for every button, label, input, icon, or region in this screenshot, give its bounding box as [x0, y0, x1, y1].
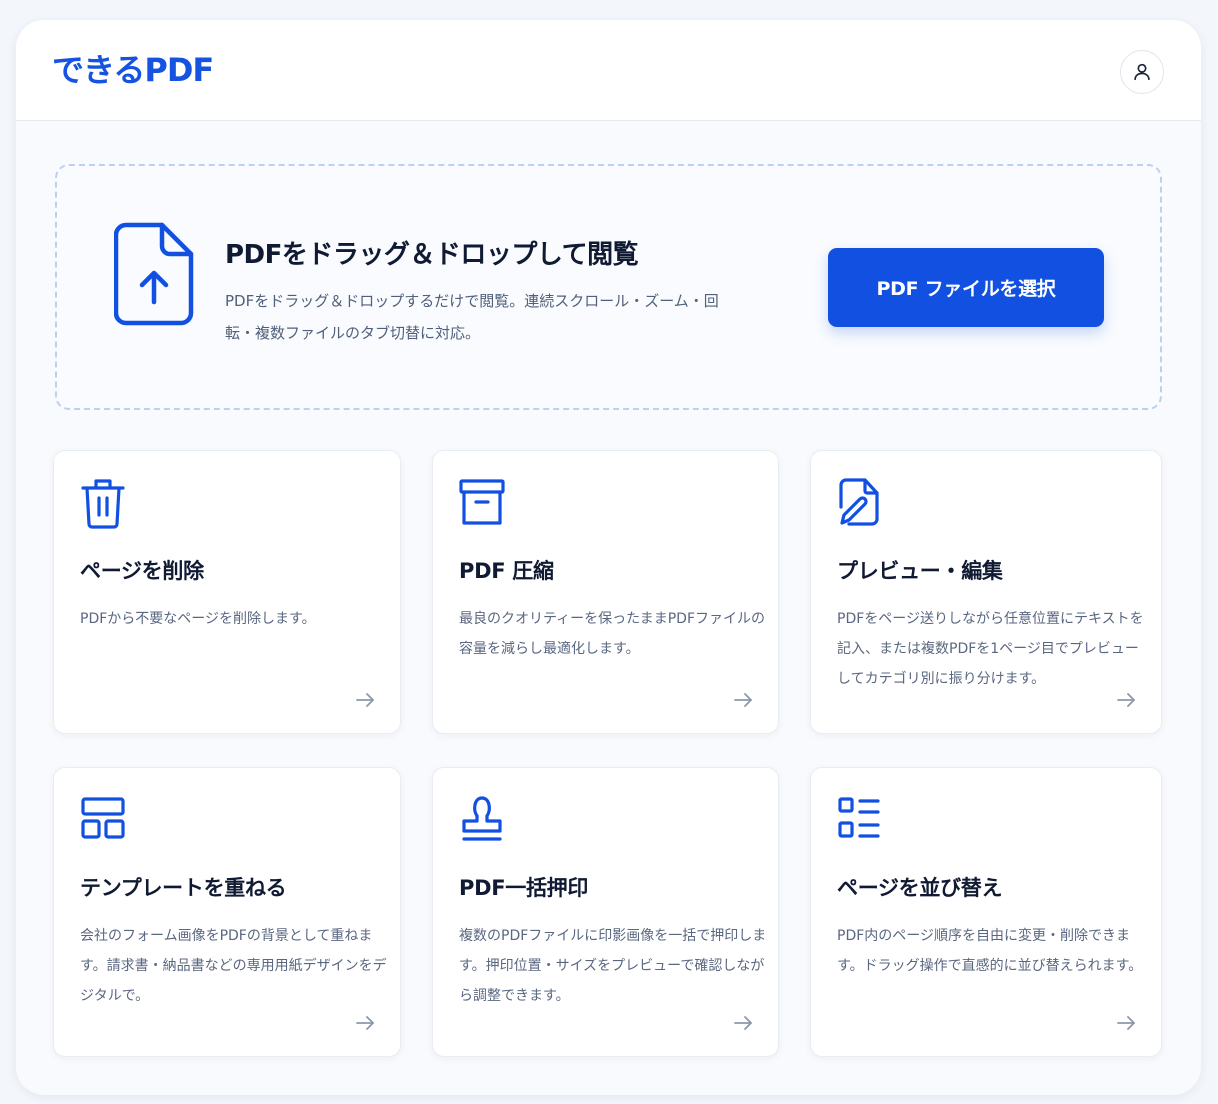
archive-icon	[459, 479, 505, 525]
feature-description: PDFから不要なページを削除します。	[80, 611, 316, 627]
feature-description: PDF内のページ順序を自由に変更・削除できます。ドラッグ操作で直感的に並び替えら…	[837, 928, 1143, 974]
feature-card-template-overlay[interactable]: テンプレートを重ねる 会社のフォーム画像をPDFの背景として重ねます。請求書・納…	[53, 767, 401, 1057]
header: できるPDF	[16, 20, 1201, 121]
feature-card-compress[interactable]: PDF 圧縮 最良のクオリティーを保ったままPDFファイルの容量を減らし最適化し…	[432, 450, 779, 734]
trash-icon	[81, 479, 125, 529]
file-edit-icon	[839, 478, 879, 526]
feature-description: PDFをページ送りしながら任意位置にテキストを記入、または複数PDFを1ページ目…	[837, 611, 1144, 687]
template-layout-icon	[81, 797, 125, 839]
feature-title: プレビュー・編集	[837, 559, 1003, 583]
pdf-drop-zone[interactable]: PDFをドラッグ＆ドロップして閲覧 PDFをドラッグ＆ドロップするだけで閲覧。連…	[55, 164, 1162, 410]
feature-description: 最良のクオリティーを保ったままPDFファイルの容量を減らし最適化します。	[459, 611, 766, 657]
arrow-right-icon	[734, 693, 752, 707]
feature-title: PDF 圧縮	[459, 559, 554, 583]
arrow-right-icon	[1117, 693, 1135, 707]
arrow-right-icon	[356, 693, 374, 707]
list-reorder-icon	[838, 797, 880, 838]
feature-card-preview-edit[interactable]: プレビュー・編集 PDFをページ送りしながら任意位置にテキストを記入、または複数…	[810, 450, 1162, 734]
feature-title: ページを並び替え	[837, 876, 1003, 900]
app-window: できるPDF PDFをドラッグ＆ドロップして閲覧 PDFをドラッグ＆ドロップする…	[16, 20, 1201, 1095]
user-icon	[1134, 63, 1150, 81]
drop-zone-title: PDFをドラッグ＆ドロップして閲覧	[225, 240, 639, 270]
feature-description: 複数のPDFファイルに印影画像を一括で押印します。押印位置・サイズをプレビューで…	[459, 928, 767, 1004]
stamp-icon	[462, 796, 502, 841]
app-logo[interactable]: できるPDF	[52, 50, 214, 90]
feature-card-delete-pages[interactable]: ページを削除 PDFから不要なページを削除します。	[53, 450, 401, 734]
select-pdf-button[interactable]: PDF ファイルを選択	[828, 248, 1104, 327]
feature-card-bulk-stamp[interactable]: PDF一括押印 複数のPDFファイルに印影画像を一括で押印します。押印位置・サイ…	[432, 767, 779, 1057]
feature-title: テンプレートを重ねる	[80, 876, 287, 900]
arrow-right-icon	[734, 1016, 752, 1030]
drop-zone-description: PDFをドラッグ＆ドロップするだけで閲覧。連続スクロール・ズーム・回転・複数ファ…	[225, 292, 719, 342]
account-button[interactable]	[1120, 50, 1164, 94]
feature-title: ページを削除	[80, 559, 204, 583]
feature-description: 会社のフォーム画像をPDFの背景として重ねます。請求書・納品書などの専用用紙デザ…	[80, 928, 387, 1004]
arrow-right-icon	[356, 1016, 374, 1030]
feature-card-reorder-pages[interactable]: ページを並び替え PDF内のページ順序を自由に変更・削除できます。ドラッグ操作で…	[810, 767, 1162, 1057]
arrow-right-icon	[1117, 1016, 1135, 1030]
feature-title: PDF一括押印	[459, 876, 589, 900]
file-upload-icon	[114, 222, 194, 326]
